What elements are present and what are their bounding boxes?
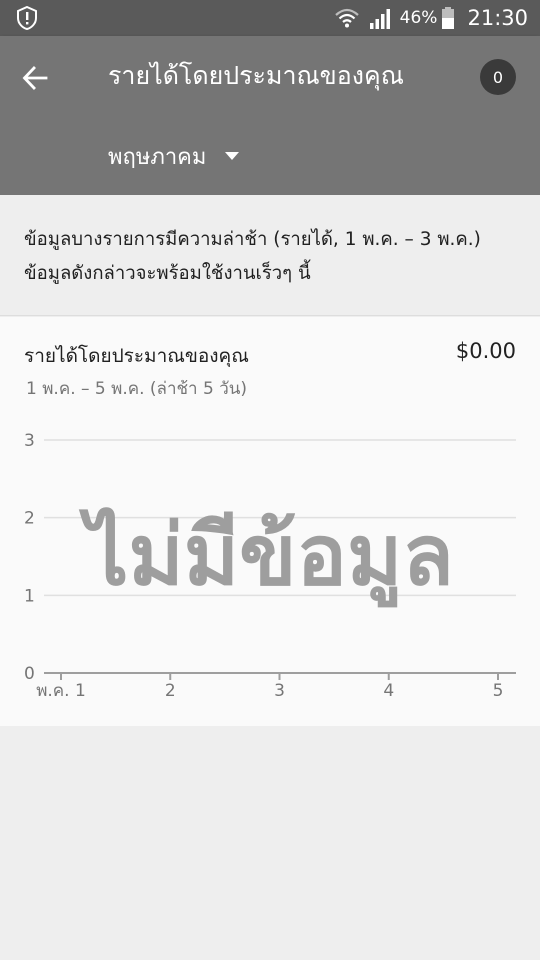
app-bar: รายได้โดยประมาณของคุณ 0 พฤษภาคม: [0, 36, 540, 195]
alert-icon: [17, 6, 37, 30]
arrow-back-icon: [22, 66, 48, 90]
month-label: พฤษภาคม: [108, 144, 207, 170]
x-tick-label: 4: [383, 681, 394, 701]
page-title: รายได้โดยประมาณของคุณ: [108, 61, 404, 90]
x-tick-label: 2: [165, 681, 176, 701]
y-tick-label: 3: [24, 431, 35, 451]
signal-icon: [369, 9, 390, 29]
status-bar: 46% 21:30: [0, 0, 540, 36]
screen: 46% 21:30 รายได้โดยประมาณของคุณ 0 พฤษภาค…: [0, 0, 540, 960]
x-tick-label: 5: [493, 681, 504, 701]
y-tick-label: 0: [24, 664, 35, 684]
month-dropdown[interactable]: พฤษภาคม: [108, 136, 240, 176]
wifi-icon: [334, 8, 359, 28]
back-button[interactable]: [14, 58, 56, 98]
notification-badge[interactable]: 0: [480, 59, 516, 95]
chevron-down-icon: [225, 152, 240, 160]
x-tick-label: พ.ค. 1: [36, 681, 86, 701]
notice-text: ข้อมูลบางรายการมีความล่าช้า (รายได้, 1 พ…: [24, 229, 481, 284]
battery-icon: [442, 7, 455, 29]
no-data-label: ไม่มีข้อมูล: [86, 506, 454, 604]
battery-percent: 46%: [399, 8, 438, 28]
earnings-card: รายได้โดยประมาณของคุณ $0.00 1 พ.ค. – 5 พ…: [0, 317, 540, 726]
x-tick-label: 3: [274, 681, 285, 701]
delay-notice: ข้อมูลบางรายการมีความล่าช้า (รายได้, 1 พ…: [0, 195, 540, 316]
clock: 21:30: [467, 6, 528, 30]
